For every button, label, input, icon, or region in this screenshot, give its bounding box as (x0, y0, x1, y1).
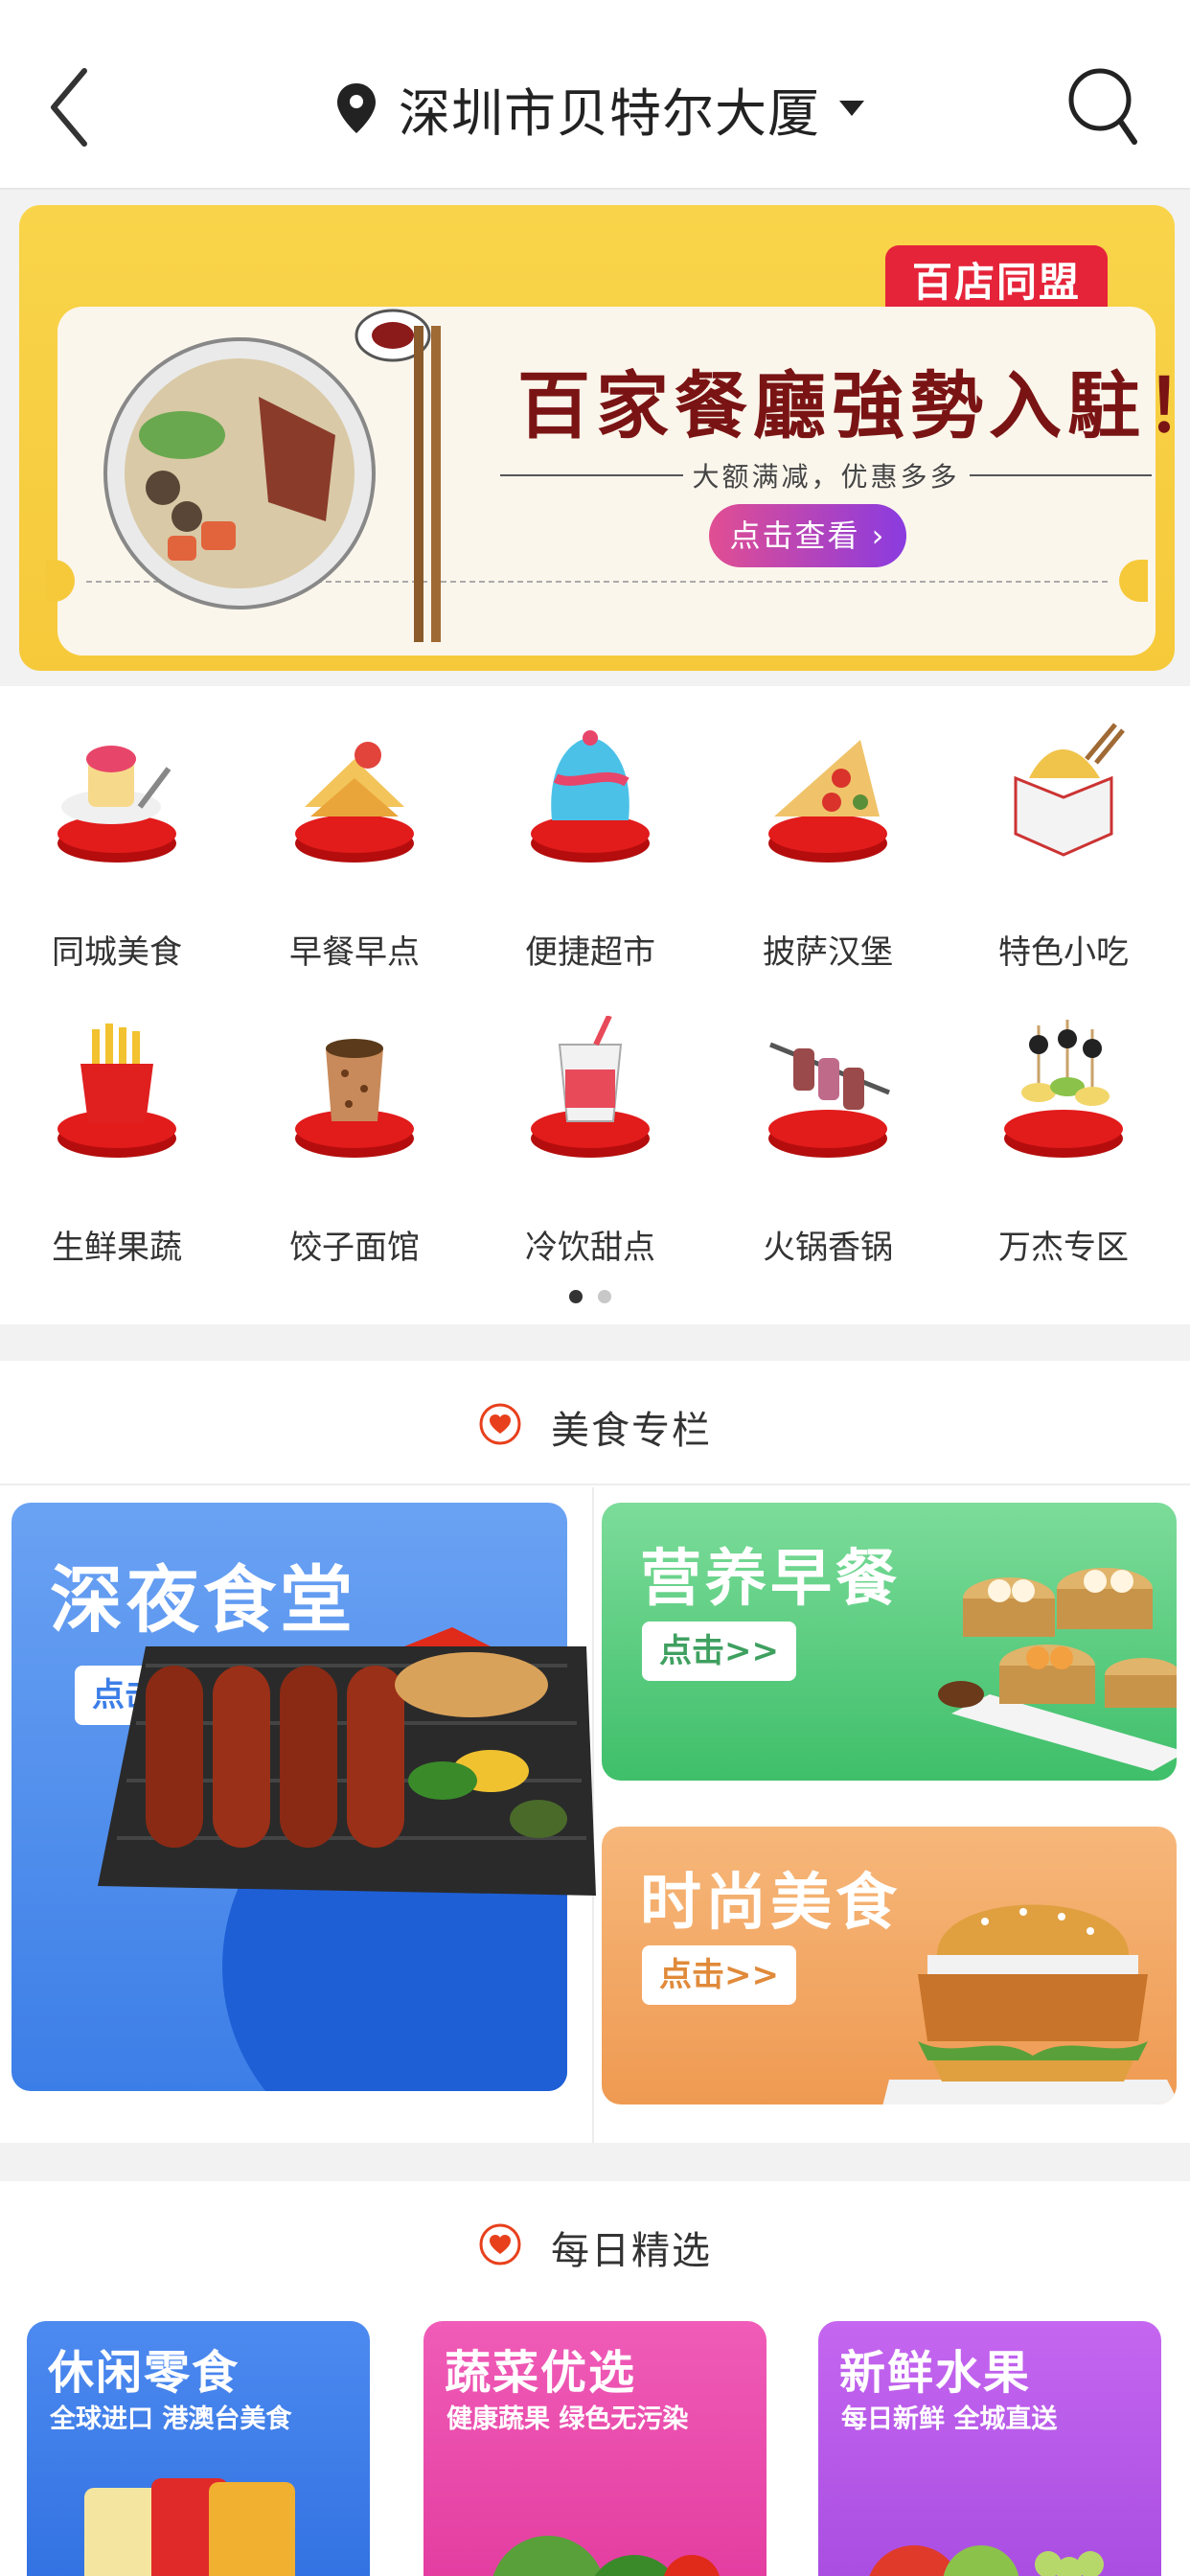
carousel-dot-active (569, 1290, 583, 1303)
canape-icon (1004, 1020, 1123, 1158)
snack-bags-image (84, 2478, 295, 2576)
category-label: 万杰专区 (998, 1229, 1129, 1267)
grill-sausage-image (98, 1627, 596, 1896)
promo-banner[interactable]: 百店同盟 百家餐廳強勢入駐！ 大额满减，优惠多多 点击查看 › (19, 205, 1175, 671)
snack-box-icon (1014, 723, 1125, 857)
pizza-icon (768, 740, 887, 862)
card-click-button[interactable]: 点击>> (642, 1945, 796, 2005)
category-label: 特色小吃 (998, 933, 1129, 972)
dessert-icon (531, 730, 650, 862)
food-column-section: 美食专栏 深夜食堂 点击>> 营养早餐 点击>> (0, 1361, 1190, 2143)
banner-subtitle: 大额满减，优惠多多 (692, 461, 960, 493)
fruit-card[interactable]: 新鲜水果 每日新鲜 全城直送 (818, 2321, 1161, 2576)
category-label: 早餐早点 (289, 933, 420, 972)
location-label: 深圳市贝特尔大厦 (399, 82, 820, 144)
location-pin-icon (337, 83, 376, 133)
skewer-icon (768, 1042, 890, 1158)
card-title: 时尚美食 (640, 1868, 901, 1939)
category-item[interactable]: 万杰专区 (968, 981, 1159, 1269)
section-title: 美食专栏 (551, 1409, 712, 1453)
carousel-dot (598, 1290, 611, 1303)
category-item[interactable]: 披萨汉堡 (732, 686, 924, 974)
chopsticks-image (355, 309, 441, 642)
card-title: 营养早餐 (640, 1544, 901, 1615)
pick-subtitle: 每日新鲜 全城直送 (841, 2404, 1058, 2434)
category-item[interactable]: 冷饮甜点 (494, 981, 686, 1269)
section-header: 美食专栏 (0, 1361, 1190, 1485)
burger-image (882, 1904, 1177, 2104)
fries-icon (57, 1024, 176, 1158)
coffee-cup-icon (295, 1039, 414, 1158)
pick-subtitle: 健康蔬果 绿色无污染 (446, 2404, 689, 2434)
banner-subtitle-row: 大额满减，优惠多多 (500, 456, 1153, 494)
banner-title: 百家餐廳強勢入駐！ (517, 363, 1175, 448)
fashion-food-card[interactable]: 时尚美食 点击>> (602, 1827, 1177, 2104)
category-label: 生鲜果蔬 (52, 1229, 182, 1267)
pick-title: 新鲜水果 (839, 2346, 1032, 2400)
carousel-indicator (569, 1290, 627, 1305)
daily-picks-section: 每日精选 休闲零食 全球进口 港澳台美食 蔬菜优选 健康蔬果 绿色无污染 新鲜水… (0, 2181, 1190, 2576)
cake-icon (57, 746, 176, 862)
vegetable-card[interactable]: 蔬菜优选 健康蔬果 绿色无污染 (423, 2321, 767, 2576)
pick-title: 蔬菜优选 (445, 2346, 637, 2400)
banner-view-button[interactable]: 点击查看 › (709, 504, 906, 567)
sandwich-icon (295, 742, 414, 862)
page: 深圳市贝特尔大厦 百店同盟 百家餐廳強勢入駐！ 大额满减，优惠多多 点击查看 ›… (0, 0, 1190, 2576)
card-click-button[interactable]: 点击>> (642, 1622, 796, 1681)
category-label: 饺子面馆 (289, 1229, 420, 1267)
location-selector[interactable]: 深圳市贝特尔大厦 (335, 75, 866, 144)
category-item[interactable]: 饺子面馆 (259, 981, 450, 1269)
cold-drink-icon (531, 1016, 650, 1158)
back-chevron-icon[interactable] (42, 59, 109, 155)
category-item[interactable]: 特色小吃 (968, 686, 1159, 974)
category-label: 同城美食 (52, 933, 182, 972)
section-header: 每日精选 (0, 2181, 1190, 2306)
category-item[interactable]: 早餐早点 (259, 686, 450, 974)
breakfast-card[interactable]: 营养早餐 点击>> (602, 1503, 1177, 1781)
category-label: 披萨汉堡 (763, 933, 893, 972)
category-item[interactable]: 便捷超市 (494, 686, 686, 974)
snack-card[interactable]: 休闲零食 全球进口 港澳台美食 (27, 2321, 370, 2576)
caret-down-icon (839, 101, 864, 116)
heart-icon (479, 2223, 521, 2266)
category-label: 火锅香锅 (763, 1229, 893, 1267)
heart-icon (479, 1403, 521, 1445)
category-item[interactable]: 生鲜果蔬 (21, 981, 213, 1269)
fruits-image (869, 2545, 1104, 2576)
search-icon[interactable] (1065, 63, 1140, 150)
category-item[interactable]: 火锅香锅 (732, 981, 924, 1269)
category-grid: 同城美食 早餐早点 便捷超市 披萨汉堡 特色小吃 生鲜果蔬 饺子面馆 冷饮甜点 … (0, 686, 1190, 1324)
section-title: 每日精选 (551, 2229, 712, 2273)
vegetables-image (492, 2536, 720, 2576)
pick-title: 休闲零食 (48, 2346, 240, 2400)
top-bar: 深圳市贝特尔大厦 (0, 0, 1190, 190)
dim-sum-image (938, 1568, 1177, 1771)
pick-subtitle: 全球进口 港澳台美食 (50, 2404, 292, 2434)
category-label: 冷饮甜点 (525, 1229, 655, 1267)
category-label: 便捷超市 (525, 933, 655, 972)
category-item[interactable]: 同城美食 (21, 686, 213, 974)
noodle-bowl-image (103, 337, 376, 610)
